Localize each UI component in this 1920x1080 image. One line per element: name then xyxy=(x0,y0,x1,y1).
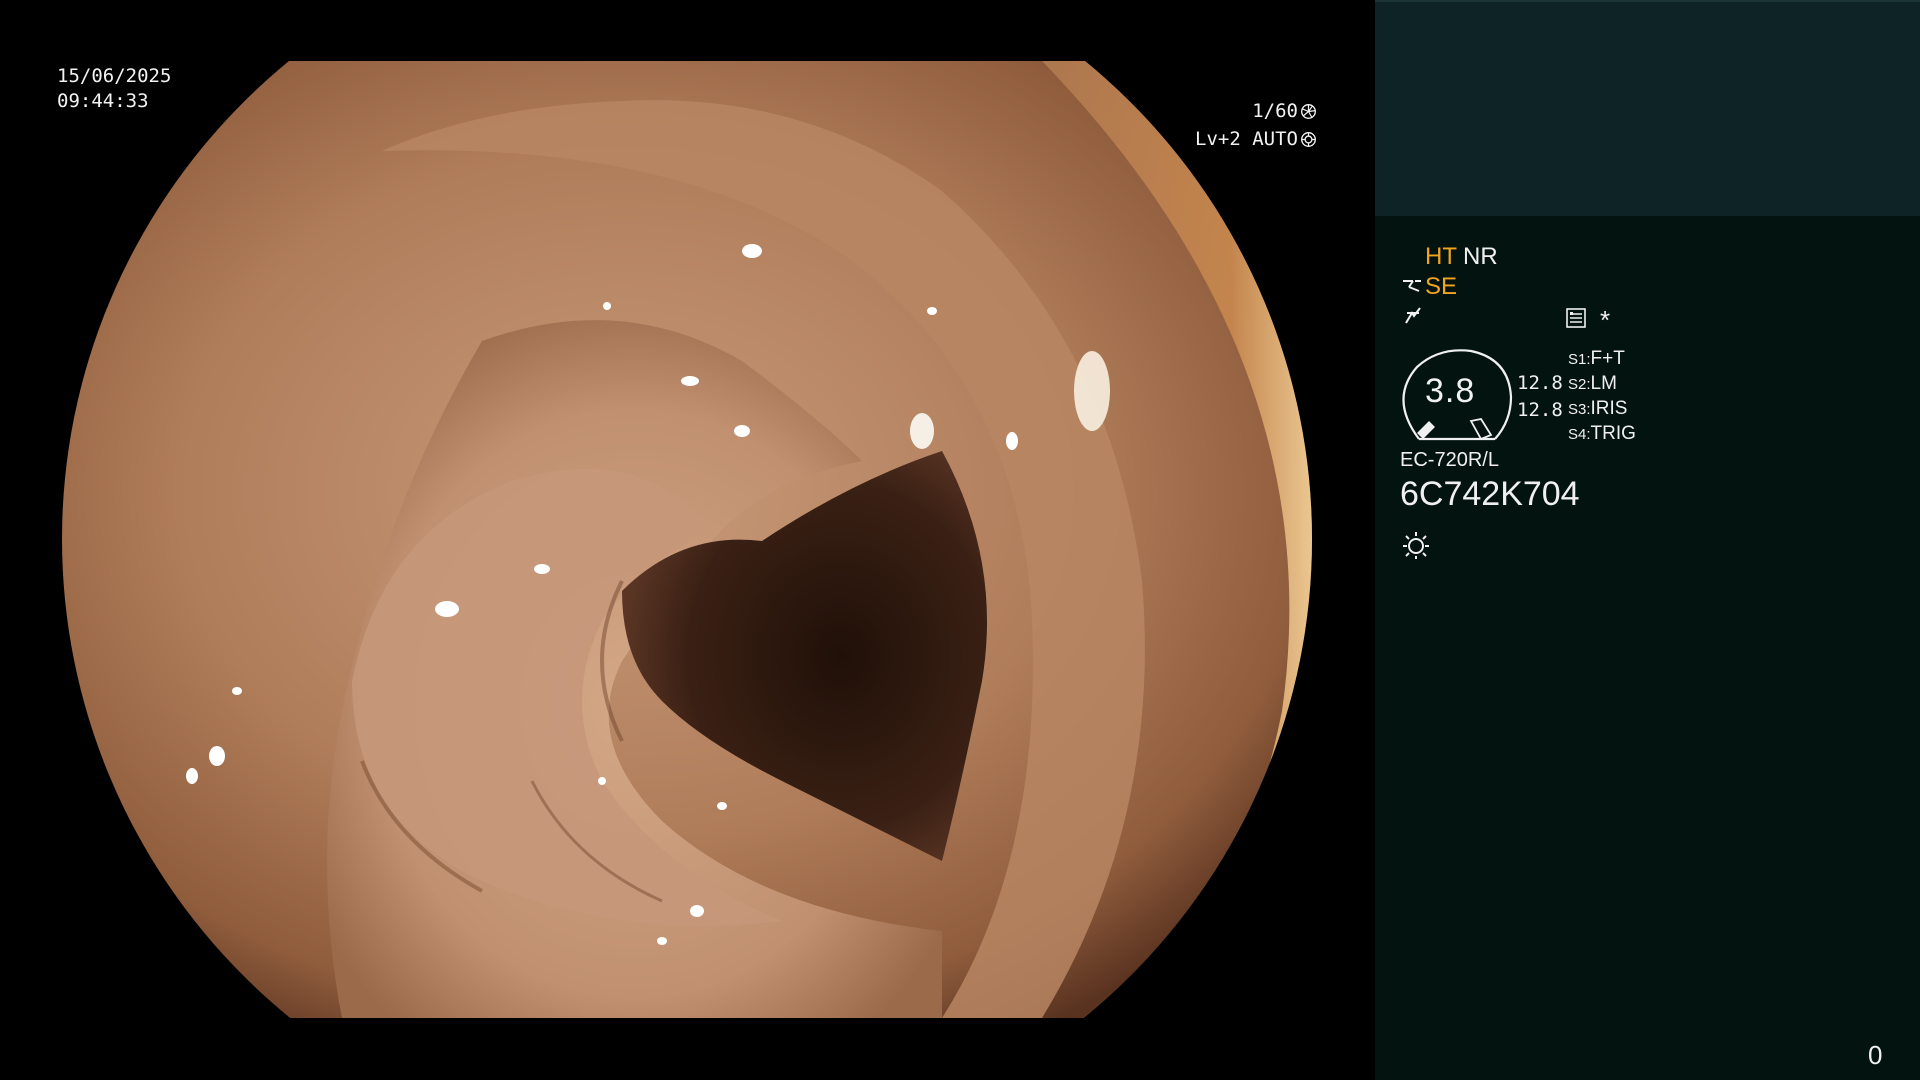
nr-indicator: NR xyxy=(1463,243,1498,270)
shutter-readout: 1/60 xyxy=(1252,99,1317,124)
switch-value: LM xyxy=(1590,373,1617,394)
switch-value: IRIS xyxy=(1590,398,1628,419)
time-readout: 09:44:33 xyxy=(57,90,149,112)
info-panel-header xyxy=(1375,0,1920,218)
colon-lumen-image xyxy=(62,61,1312,1018)
switch-assignment-1: S1:F+T xyxy=(1568,348,1625,370)
iris-mode-value: Lv+2 AUTO xyxy=(1195,128,1298,150)
switch-assignment-4: S4:TRIG xyxy=(1568,423,1636,445)
aperture-icon xyxy=(1301,104,1316,119)
switch-value: F+T xyxy=(1590,348,1625,369)
switch-key: S4: xyxy=(1568,426,1591,443)
light-source-icon xyxy=(1403,532,1429,559)
iris-icon xyxy=(1301,132,1316,147)
switch-assignment-3: S3:IRIS xyxy=(1568,398,1627,420)
ht-indicator: HT xyxy=(1425,243,1457,270)
readout-value-2: 12.8 xyxy=(1517,399,1563,421)
switch-key: S2: xyxy=(1568,376,1591,393)
switch-key: S3: xyxy=(1568,401,1591,418)
scope-serial: 6C742K704 xyxy=(1400,475,1580,513)
endoscope-image xyxy=(62,61,1312,1018)
endoscopy-monitor: 15/06/2025 09:44:33 1/60 Lv+2 AUTO HT NR… xyxy=(0,0,1920,1080)
switch-value: TRIG xyxy=(1590,423,1636,444)
iris-mode-readout: Lv+2 AUTO xyxy=(1195,127,1317,152)
frame-counter: 0 xyxy=(1868,1040,1883,1070)
readout-value-1: 12.8 xyxy=(1517,372,1563,394)
menu-list-icon xyxy=(1566,308,1586,328)
info-panel xyxy=(1375,216,1920,1080)
structure-enhance-icon xyxy=(1405,307,1421,324)
scope-tip-icon xyxy=(1403,280,1421,292)
switch-assignment-2: S2:LM xyxy=(1568,373,1617,395)
scope-model: EC-720R/L xyxy=(1400,449,1499,471)
se-indicator: SE xyxy=(1425,273,1458,300)
date-readout: 15/06/2025 xyxy=(57,65,172,87)
shutter-value: 1/60 xyxy=(1252,100,1298,122)
switch-key: S1: xyxy=(1568,351,1591,368)
magnification-value: 3.8 xyxy=(1425,372,1476,410)
star-indicator: * xyxy=(1600,305,1611,335)
